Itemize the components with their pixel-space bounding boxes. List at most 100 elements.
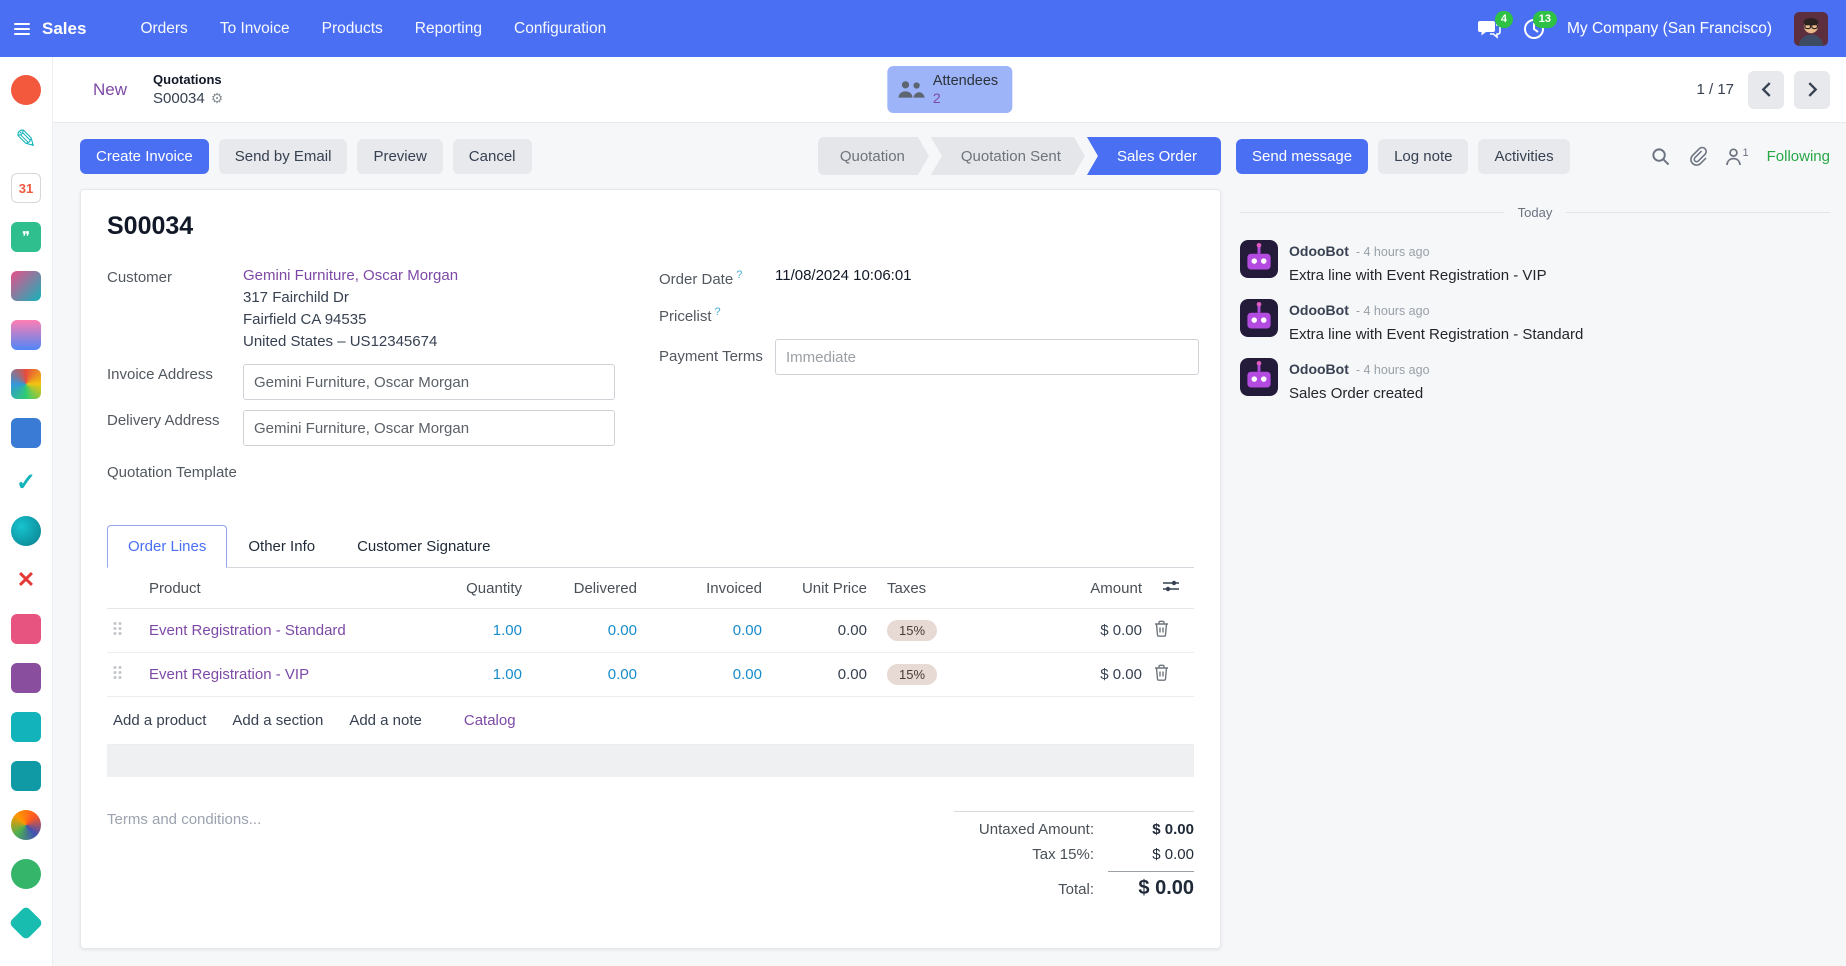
reporting-app-icon[interactable] <box>11 712 41 742</box>
column-taxes[interactable]: Taxes <box>873 568 998 609</box>
message-author[interactable]: OdooBot <box>1289 243 1349 259</box>
help-icon[interactable]: ? <box>736 269 742 281</box>
app-name[interactable]: Sales <box>42 19 86 39</box>
user-avatar[interactable] <box>1794 12 1828 46</box>
tax-badge[interactable]: 15% <box>887 620 937 641</box>
tab-other-info[interactable]: Other Info <box>227 525 336 568</box>
website-app-icon[interactable] <box>11 810 41 840</box>
add-a-note-link[interactable]: Add a note <box>349 712 422 729</box>
attendances-app-icon[interactable] <box>11 859 41 889</box>
activities-icon[interactable]: 13 <box>1523 18 1545 40</box>
drag-handle-icon[interactable] <box>113 621 122 636</box>
attachments-icon[interactable] <box>1688 146 1707 166</box>
activities-button[interactable]: Activities <box>1478 139 1569 174</box>
preview-button[interactable]: Preview <box>357 139 442 174</box>
delivery-address-field[interactable] <box>243 410 615 446</box>
calendar-app-icon[interactable]: 31 <box>11 173 41 203</box>
spreadsheet-app-icon[interactable]: ✕ <box>11 565 41 595</box>
field-service-app-icon[interactable] <box>9 906 44 941</box>
breadcrumb-quotations[interactable]: Quotations <box>153 72 223 87</box>
following-toggle[interactable]: Following <box>1767 148 1830 165</box>
social-app-icon[interactable] <box>11 418 41 448</box>
add-a-product-link[interactable]: Add a product <box>113 712 206 729</box>
menu-configuration[interactable]: Configuration <box>514 20 606 38</box>
send-by-email-button[interactable]: Send by Email <box>219 139 348 174</box>
dashboards-app-icon[interactable] <box>11 320 41 350</box>
todo-app-icon[interactable]: ✓ <box>11 467 41 497</box>
tax-badge[interactable]: 15% <box>887 664 937 685</box>
menu-reporting[interactable]: Reporting <box>415 20 482 38</box>
column-unit-price[interactable]: Unit Price <box>768 568 873 609</box>
order-title: S00034 <box>107 212 1194 241</box>
invoice-address-field[interactable] <box>243 364 615 400</box>
invoiced-cell[interactable]: 0.00 <box>643 609 768 653</box>
customer-link[interactable]: Gemini Furniture, Oscar Morgan <box>243 267 458 284</box>
optional-columns-icon[interactable] <box>1162 579 1180 593</box>
order-line-row[interactable]: Event Registration - Standard 1.00 0.00 … <box>107 609 1194 653</box>
employees-app-icon[interactable] <box>11 761 41 791</box>
new-button[interactable]: New <box>83 74 137 106</box>
unit-price-cell[interactable]: 0.00 <box>768 653 873 697</box>
menu-orders[interactable]: Orders <box>140 20 187 38</box>
apps-menu-icon[interactable] <box>14 23 30 35</box>
notes-app-icon[interactable]: ✎ <box>11 124 41 154</box>
crm-app-icon[interactable] <box>11 75 41 105</box>
cancel-button[interactable]: Cancel <box>453 139 532 174</box>
menu-products[interactable]: Products <box>322 20 383 38</box>
add-a-section-link[interactable]: Add a section <box>232 712 323 729</box>
attendees-button[interactable]: Attendees 2 <box>887 66 1012 114</box>
apps-menu-app-icon[interactable] <box>11 369 41 399</box>
delete-line-icon[interactable] <box>1154 620 1169 637</box>
delete-line-icon[interactable] <box>1154 664 1169 681</box>
catalog-link[interactable]: Catalog <box>464 712 516 729</box>
messages-icon[interactable]: 4 <box>1477 18 1501 40</box>
pager-next-button[interactable] <box>1794 71 1830 109</box>
customer-address-line1: 317 Fairchild Dr <box>243 289 458 306</box>
pager-previous-button[interactable] <box>1748 71 1784 109</box>
totals-block: Untaxed Amount: $ 0.00 Tax 15%: $ 0.00 T… <box>954 811 1194 908</box>
gear-icon[interactable]: ⚙ <box>211 90 224 107</box>
unit-price-cell[interactable]: 0.00 <box>768 609 873 653</box>
send-message-button[interactable]: Send message <box>1236 139 1368 174</box>
column-quantity[interactable]: Quantity <box>423 568 528 609</box>
search-messages-icon[interactable] <box>1651 147 1670 166</box>
column-product[interactable]: Product <box>143 568 423 609</box>
log-note-button[interactable]: Log note <box>1378 139 1468 174</box>
tab-customer-signature[interactable]: Customer Signature <box>336 525 511 568</box>
quantity-cell[interactable]: 1.00 <box>423 609 528 653</box>
helpdesk-app-icon[interactable] <box>11 516 41 546</box>
delivered-cell[interactable]: 0.00 <box>528 609 643 653</box>
order-line-row[interactable]: Event Registration - VIP 1.00 0.00 0.00 … <box>107 653 1194 697</box>
status-sales-order[interactable]: Sales Order <box>1087 137 1221 175</box>
purchase-app-icon[interactable] <box>11 663 41 693</box>
terms-and-conditions-field[interactable]: Terms and conditions... <box>107 811 261 908</box>
help-icon[interactable]: ? <box>715 306 721 318</box>
delivered-cell[interactable]: 0.00 <box>528 653 643 697</box>
top-navbar: Sales Orders To Invoice Products Reporti… <box>0 0 1846 57</box>
menu-to-invoice[interactable]: To Invoice <box>220 20 290 38</box>
tax-label: Tax 15%: <box>954 846 1108 863</box>
followers-icon[interactable]: 1 <box>1725 147 1749 166</box>
status-quotation[interactable]: Quotation <box>818 137 929 175</box>
payment-terms-field[interactable] <box>775 339 1199 375</box>
invoiced-cell[interactable]: 0.00 <box>643 653 768 697</box>
column-invoiced[interactable]: Invoiced <box>643 568 768 609</box>
quantity-cell[interactable]: 1.00 <box>423 653 528 697</box>
create-invoice-button[interactable]: Create Invoice <box>80 139 209 174</box>
events-app-icon[interactable] <box>11 614 41 644</box>
product-link[interactable]: Event Registration - VIP <box>149 666 309 683</box>
product-link[interactable]: Event Registration - Standard <box>149 622 346 639</box>
sales-app-icon[interactable] <box>11 271 41 301</box>
messages-count-badge: 4 <box>1495 11 1513 28</box>
message-time: - 4 hours ago <box>1356 245 1430 259</box>
status-quotation-sent[interactable]: Quotation Sent <box>931 137 1085 175</box>
drag-handle-icon[interactable] <box>113 665 122 680</box>
message-author[interactable]: OdooBot <box>1289 302 1349 318</box>
column-delivered[interactable]: Delivered <box>528 568 643 609</box>
column-amount[interactable]: Amount <box>998 568 1148 609</box>
company-switcher[interactable]: My Company (San Francisco) <box>1567 20 1772 38</box>
message-author[interactable]: OdooBot <box>1289 361 1349 377</box>
tab-order-lines[interactable]: Order Lines <box>107 525 227 568</box>
order-date-value[interactable]: 11/08/2024 10:06:01 <box>775 267 912 288</box>
discuss-app-icon[interactable]: ❞ <box>11 222 41 252</box>
